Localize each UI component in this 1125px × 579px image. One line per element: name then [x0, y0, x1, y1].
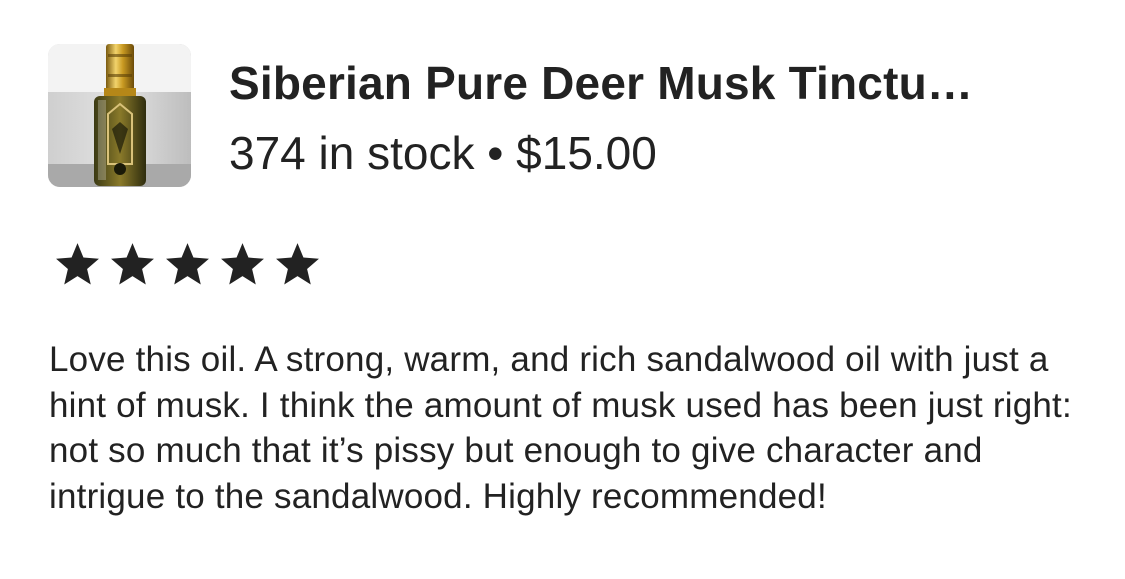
star-icon [56, 243, 99, 285]
star-icon [221, 243, 264, 285]
star-rating [52, 240, 323, 289]
perfume-bottle-photo [48, 44, 191, 187]
price: $15.00 [516, 127, 657, 179]
star-icon [276, 243, 319, 285]
product-thumbnail[interactable] [48, 44, 191, 187]
stock-count: 374 in stock [229, 127, 475, 179]
separator-dot: • [487, 127, 504, 179]
product-title[interactable]: Siberian Pure Deer Musk Tinctu… [229, 52, 1089, 114]
star-icon [166, 243, 209, 285]
product-summary[interactable]: Siberian Pure Deer Musk Tinctu… 374 in s… [48, 44, 1089, 187]
product-info: Siberian Pure Deer Musk Tinctu… 374 in s… [229, 44, 1089, 184]
stock-and-price: 374 in stock • $15.00 [229, 122, 1089, 184]
review-text: Love this oil. A strong, warm, and rich … [49, 340, 1072, 516]
star-icon [111, 243, 154, 285]
